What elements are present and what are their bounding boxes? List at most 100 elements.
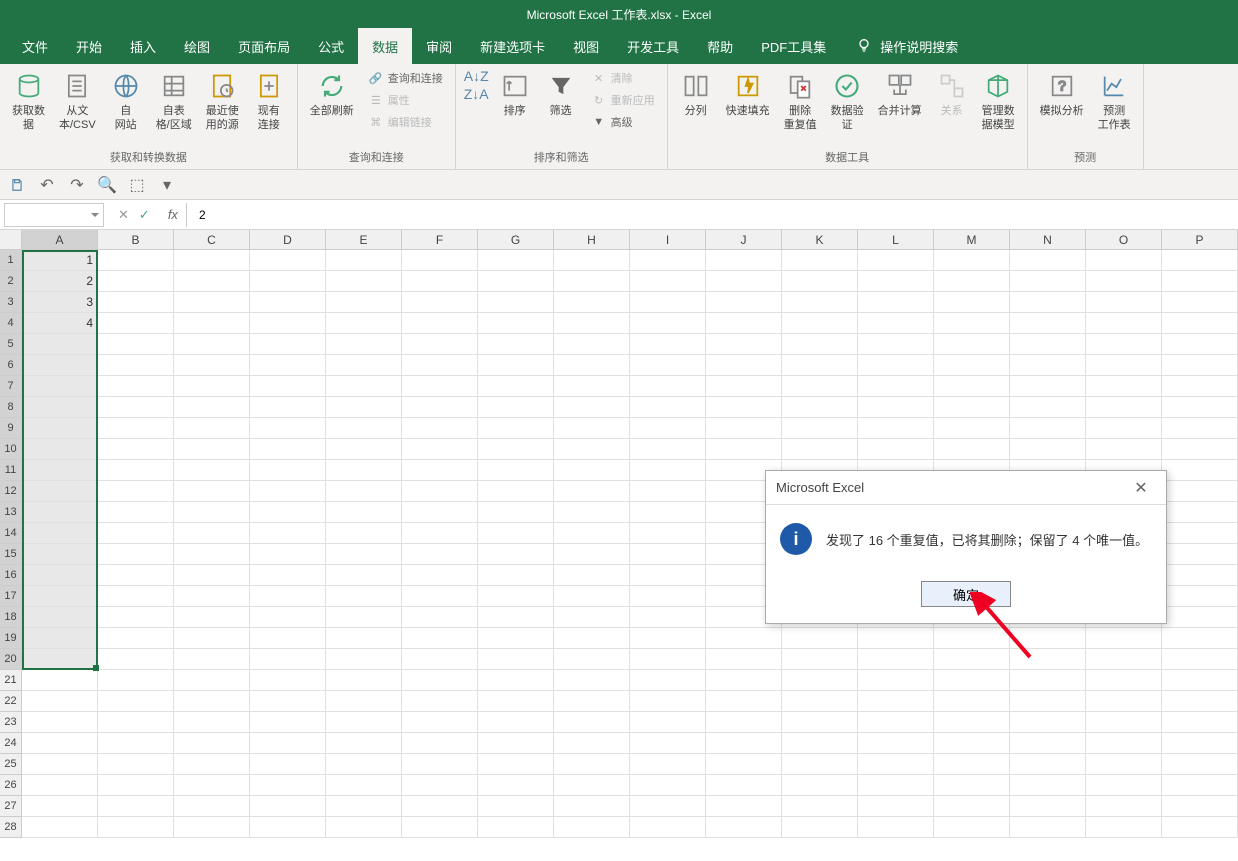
flash-fill-button[interactable]: 快速填充	[722, 68, 774, 120]
cell-D28[interactable]	[250, 817, 326, 838]
cell-B22[interactable]	[98, 691, 174, 712]
cell-M10[interactable]	[934, 439, 1010, 460]
cell-I5[interactable]	[630, 334, 706, 355]
cell-H1[interactable]	[554, 250, 630, 271]
cell-C24[interactable]	[174, 733, 250, 754]
cell-C5[interactable]	[174, 334, 250, 355]
cell-M6[interactable]	[934, 355, 1010, 376]
cell-D16[interactable]	[250, 565, 326, 586]
row-header-5[interactable]: 5	[0, 334, 22, 355]
col-header-L[interactable]: L	[858, 230, 934, 250]
cell-E25[interactable]	[326, 754, 402, 775]
cell-F25[interactable]	[402, 754, 478, 775]
cell-F20[interactable]	[402, 649, 478, 670]
cell-B9[interactable]	[98, 418, 174, 439]
cell-J20[interactable]	[706, 649, 782, 670]
cell-K24[interactable]	[782, 733, 858, 754]
cell-A16[interactable]	[22, 565, 98, 586]
row-header-15[interactable]: 15	[0, 544, 22, 565]
queries-connections[interactable]: 🔗查询和连接	[364, 68, 447, 88]
cell-L19[interactable]	[858, 628, 934, 649]
cell-F1[interactable]	[402, 250, 478, 271]
cell-H21[interactable]	[554, 670, 630, 691]
cell-H3[interactable]	[554, 292, 630, 313]
cell-A23[interactable]	[22, 712, 98, 733]
cell-B19[interactable]	[98, 628, 174, 649]
select-all-corner[interactable]	[0, 230, 22, 250]
cell-G25[interactable]	[478, 754, 554, 775]
tab-data[interactable]: 数据	[358, 28, 412, 64]
tab-layout[interactable]: 页面布局	[224, 28, 304, 64]
cell-A2[interactable]: 2	[22, 271, 98, 292]
cell-P6[interactable]	[1162, 355, 1238, 376]
cell-G12[interactable]	[478, 481, 554, 502]
cell-E3[interactable]	[326, 292, 402, 313]
cell-I21[interactable]	[630, 670, 706, 691]
cell-H10[interactable]	[554, 439, 630, 460]
properties[interactable]: ☰属性	[364, 90, 447, 110]
cell-P27[interactable]	[1162, 796, 1238, 817]
cell-O25[interactable]	[1086, 754, 1162, 775]
cell-I12[interactable]	[630, 481, 706, 502]
cell-G15[interactable]	[478, 544, 554, 565]
cell-J27[interactable]	[706, 796, 782, 817]
cell-P4[interactable]	[1162, 313, 1238, 334]
cell-N28[interactable]	[1010, 817, 1086, 838]
cell-N19[interactable]	[1010, 628, 1086, 649]
cell-B13[interactable]	[98, 502, 174, 523]
cell-H13[interactable]	[554, 502, 630, 523]
cell-A19[interactable]	[22, 628, 98, 649]
cell-G10[interactable]	[478, 439, 554, 460]
cell-H19[interactable]	[554, 628, 630, 649]
cell-B7[interactable]	[98, 376, 174, 397]
cell-A28[interactable]	[22, 817, 98, 838]
cell-N3[interactable]	[1010, 292, 1086, 313]
cell-B8[interactable]	[98, 397, 174, 418]
cell-I24[interactable]	[630, 733, 706, 754]
col-header-B[interactable]: B	[98, 230, 174, 250]
cell-E21[interactable]	[326, 670, 402, 691]
cell-L22[interactable]	[858, 691, 934, 712]
cell-E4[interactable]	[326, 313, 402, 334]
clear-filter[interactable]: ✕清除	[587, 68, 659, 88]
row-header-24[interactable]: 24	[0, 733, 22, 754]
cell-D21[interactable]	[250, 670, 326, 691]
row-header-3[interactable]: 3	[0, 292, 22, 313]
cell-N25[interactable]	[1010, 754, 1086, 775]
name-box[interactable]	[4, 203, 104, 227]
cell-P7[interactable]	[1162, 376, 1238, 397]
cell-P1[interactable]	[1162, 250, 1238, 271]
cell-I14[interactable]	[630, 523, 706, 544]
cell-E1[interactable]	[326, 250, 402, 271]
col-header-D[interactable]: D	[250, 230, 326, 250]
cell-I3[interactable]	[630, 292, 706, 313]
cell-P26[interactable]	[1162, 775, 1238, 796]
cell-H4[interactable]	[554, 313, 630, 334]
row-header-19[interactable]: 19	[0, 628, 22, 649]
cell-E14[interactable]	[326, 523, 402, 544]
cell-I22[interactable]	[630, 691, 706, 712]
cell-I11[interactable]	[630, 460, 706, 481]
col-header-N[interactable]: N	[1010, 230, 1086, 250]
cell-P11[interactable]	[1162, 460, 1238, 481]
cell-A12[interactable]	[22, 481, 98, 502]
cell-L28[interactable]	[858, 817, 934, 838]
cell-N9[interactable]	[1010, 418, 1086, 439]
cell-A8[interactable]	[22, 397, 98, 418]
cell-B3[interactable]	[98, 292, 174, 313]
tab-newtab[interactable]: 新建选项卡	[466, 28, 559, 64]
cell-G24[interactable]	[478, 733, 554, 754]
cell-B11[interactable]	[98, 460, 174, 481]
cell-K6[interactable]	[782, 355, 858, 376]
cell-I28[interactable]	[630, 817, 706, 838]
cell-M25[interactable]	[934, 754, 1010, 775]
cell-F6[interactable]	[402, 355, 478, 376]
cell-K7[interactable]	[782, 376, 858, 397]
tab-draw[interactable]: 绘图	[170, 28, 224, 64]
cell-D12[interactable]	[250, 481, 326, 502]
cell-P5[interactable]	[1162, 334, 1238, 355]
close-icon[interactable]: ✕	[1126, 476, 1156, 500]
cell-K10[interactable]	[782, 439, 858, 460]
edit-links[interactable]: ⌘编辑链接	[364, 112, 447, 132]
cell-C2[interactable]	[174, 271, 250, 292]
